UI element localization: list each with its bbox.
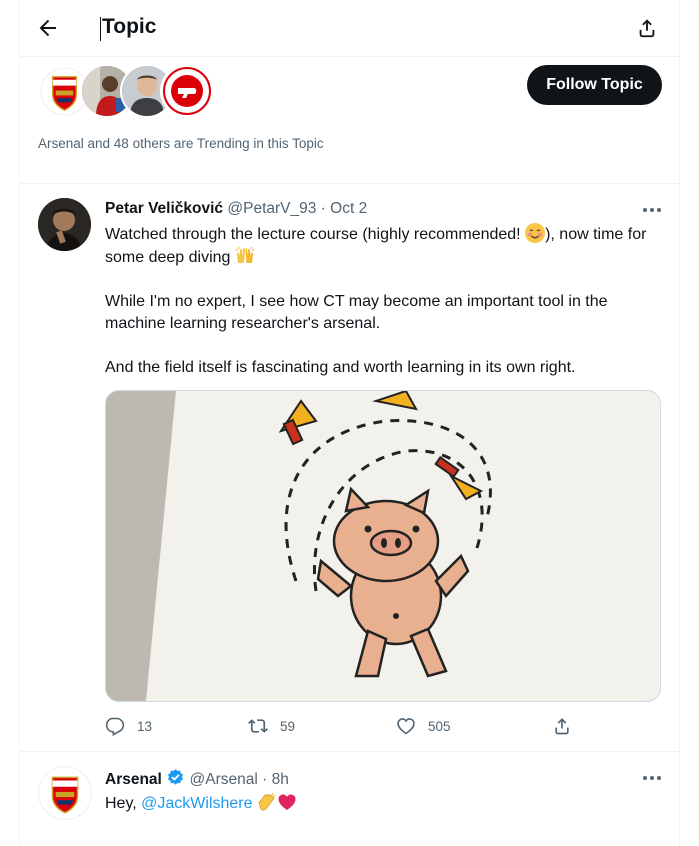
person-photo-icon <box>38 198 91 251</box>
tweet[interactable]: Arsenal @Arsenal · 8h Hey, @JackWilshere <box>20 752 679 846</box>
text-caret <box>100 17 101 41</box>
author-name[interactable]: Petar Veličković <box>105 200 223 217</box>
trending-text: Arsenal and 48 others are Trending in th… <box>38 136 324 151</box>
meta-separator: · <box>262 771 268 788</box>
retweet-count: 59 <box>280 718 296 734</box>
like-button[interactable]: 505 <box>396 716 451 736</box>
red-heart-emoji-icon <box>277 792 297 812</box>
heart-icon <box>397 718 415 735</box>
tweet-meta: Arsenal @Arsenal · 8h <box>105 768 289 789</box>
page-title: Topic <box>102 15 157 38</box>
pig-drawing-image-icon <box>106 391 660 701</box>
author-handle[interactable]: @Arsenal <box>190 771 258 788</box>
raising-hands-emoji-icon <box>235 246 255 266</box>
more-options-icon[interactable] <box>640 198 664 222</box>
tweet-text-part: Watched through the lecture course (high… <box>105 226 526 243</box>
tweet-paragraph: While I'm no expert, I see how CT may be… <box>105 293 608 332</box>
tweet-time[interactable]: 8h <box>272 771 289 788</box>
tweet-text: Watched through the lecture course (high… <box>105 223 665 401</box>
reply-icon <box>105 717 125 736</box>
club-badge-avatar[interactable] <box>160 64 214 118</box>
tweet[interactable]: Petar Veličković @PetarV_93 · Oct 2 Watc… <box>20 184 679 752</box>
share-icon <box>555 718 569 735</box>
mention-link[interactable]: @JackWilshere <box>141 795 252 812</box>
tweet-time[interactable]: Oct 2 <box>330 200 367 217</box>
share-tweet-button[interactable] <box>552 716 584 736</box>
more-options-icon[interactable] <box>640 766 664 790</box>
top-bar: Topic <box>20 0 679 57</box>
retweet-button[interactable]: 59 <box>248 716 295 736</box>
share-icon[interactable] <box>636 17 658 39</box>
tweet-text: Hey, @JackWilshere <box>105 792 665 815</box>
verified-badge-icon <box>168 769 184 785</box>
topic-card: Follow Topic Arsenal and 48 others are T… <box>20 57 679 184</box>
smiling-face-emoji-icon <box>525 223 546 243</box>
arsenal-crest-icon <box>40 768 90 818</box>
author-handle[interactable]: @PetarV_93 <box>227 200 316 217</box>
clapping-hands-emoji-icon <box>257 792 277 812</box>
tweet-paragraph: And the field itself is fascinating and … <box>105 359 576 376</box>
main-column: Topic Follow Topic Arsenal and 48 others… <box>19 0 680 846</box>
retweet-icon <box>248 719 268 733</box>
meta-separator: · <box>320 200 326 217</box>
avatar[interactable] <box>38 766 92 820</box>
club-badge-icon <box>163 67 211 115</box>
tweet-meta: Petar Veličković @PetarV_93 · Oct 2 <box>105 200 367 218</box>
follow-topic-button[interactable]: Follow Topic <box>527 65 662 105</box>
author-name[interactable]: Arsenal <box>105 771 162 788</box>
tweet-image[interactable] <box>105 390 661 702</box>
tweet-actions: 13 59 505 <box>105 716 665 738</box>
like-count: 505 <box>428 718 451 734</box>
tweet-text-part: Hey, <box>105 795 142 812</box>
back-arrow-icon[interactable] <box>36 16 60 40</box>
avatar[interactable] <box>38 198 91 251</box>
reply-button[interactable]: 13 <box>105 716 152 736</box>
reply-count: 13 <box>137 718 153 734</box>
